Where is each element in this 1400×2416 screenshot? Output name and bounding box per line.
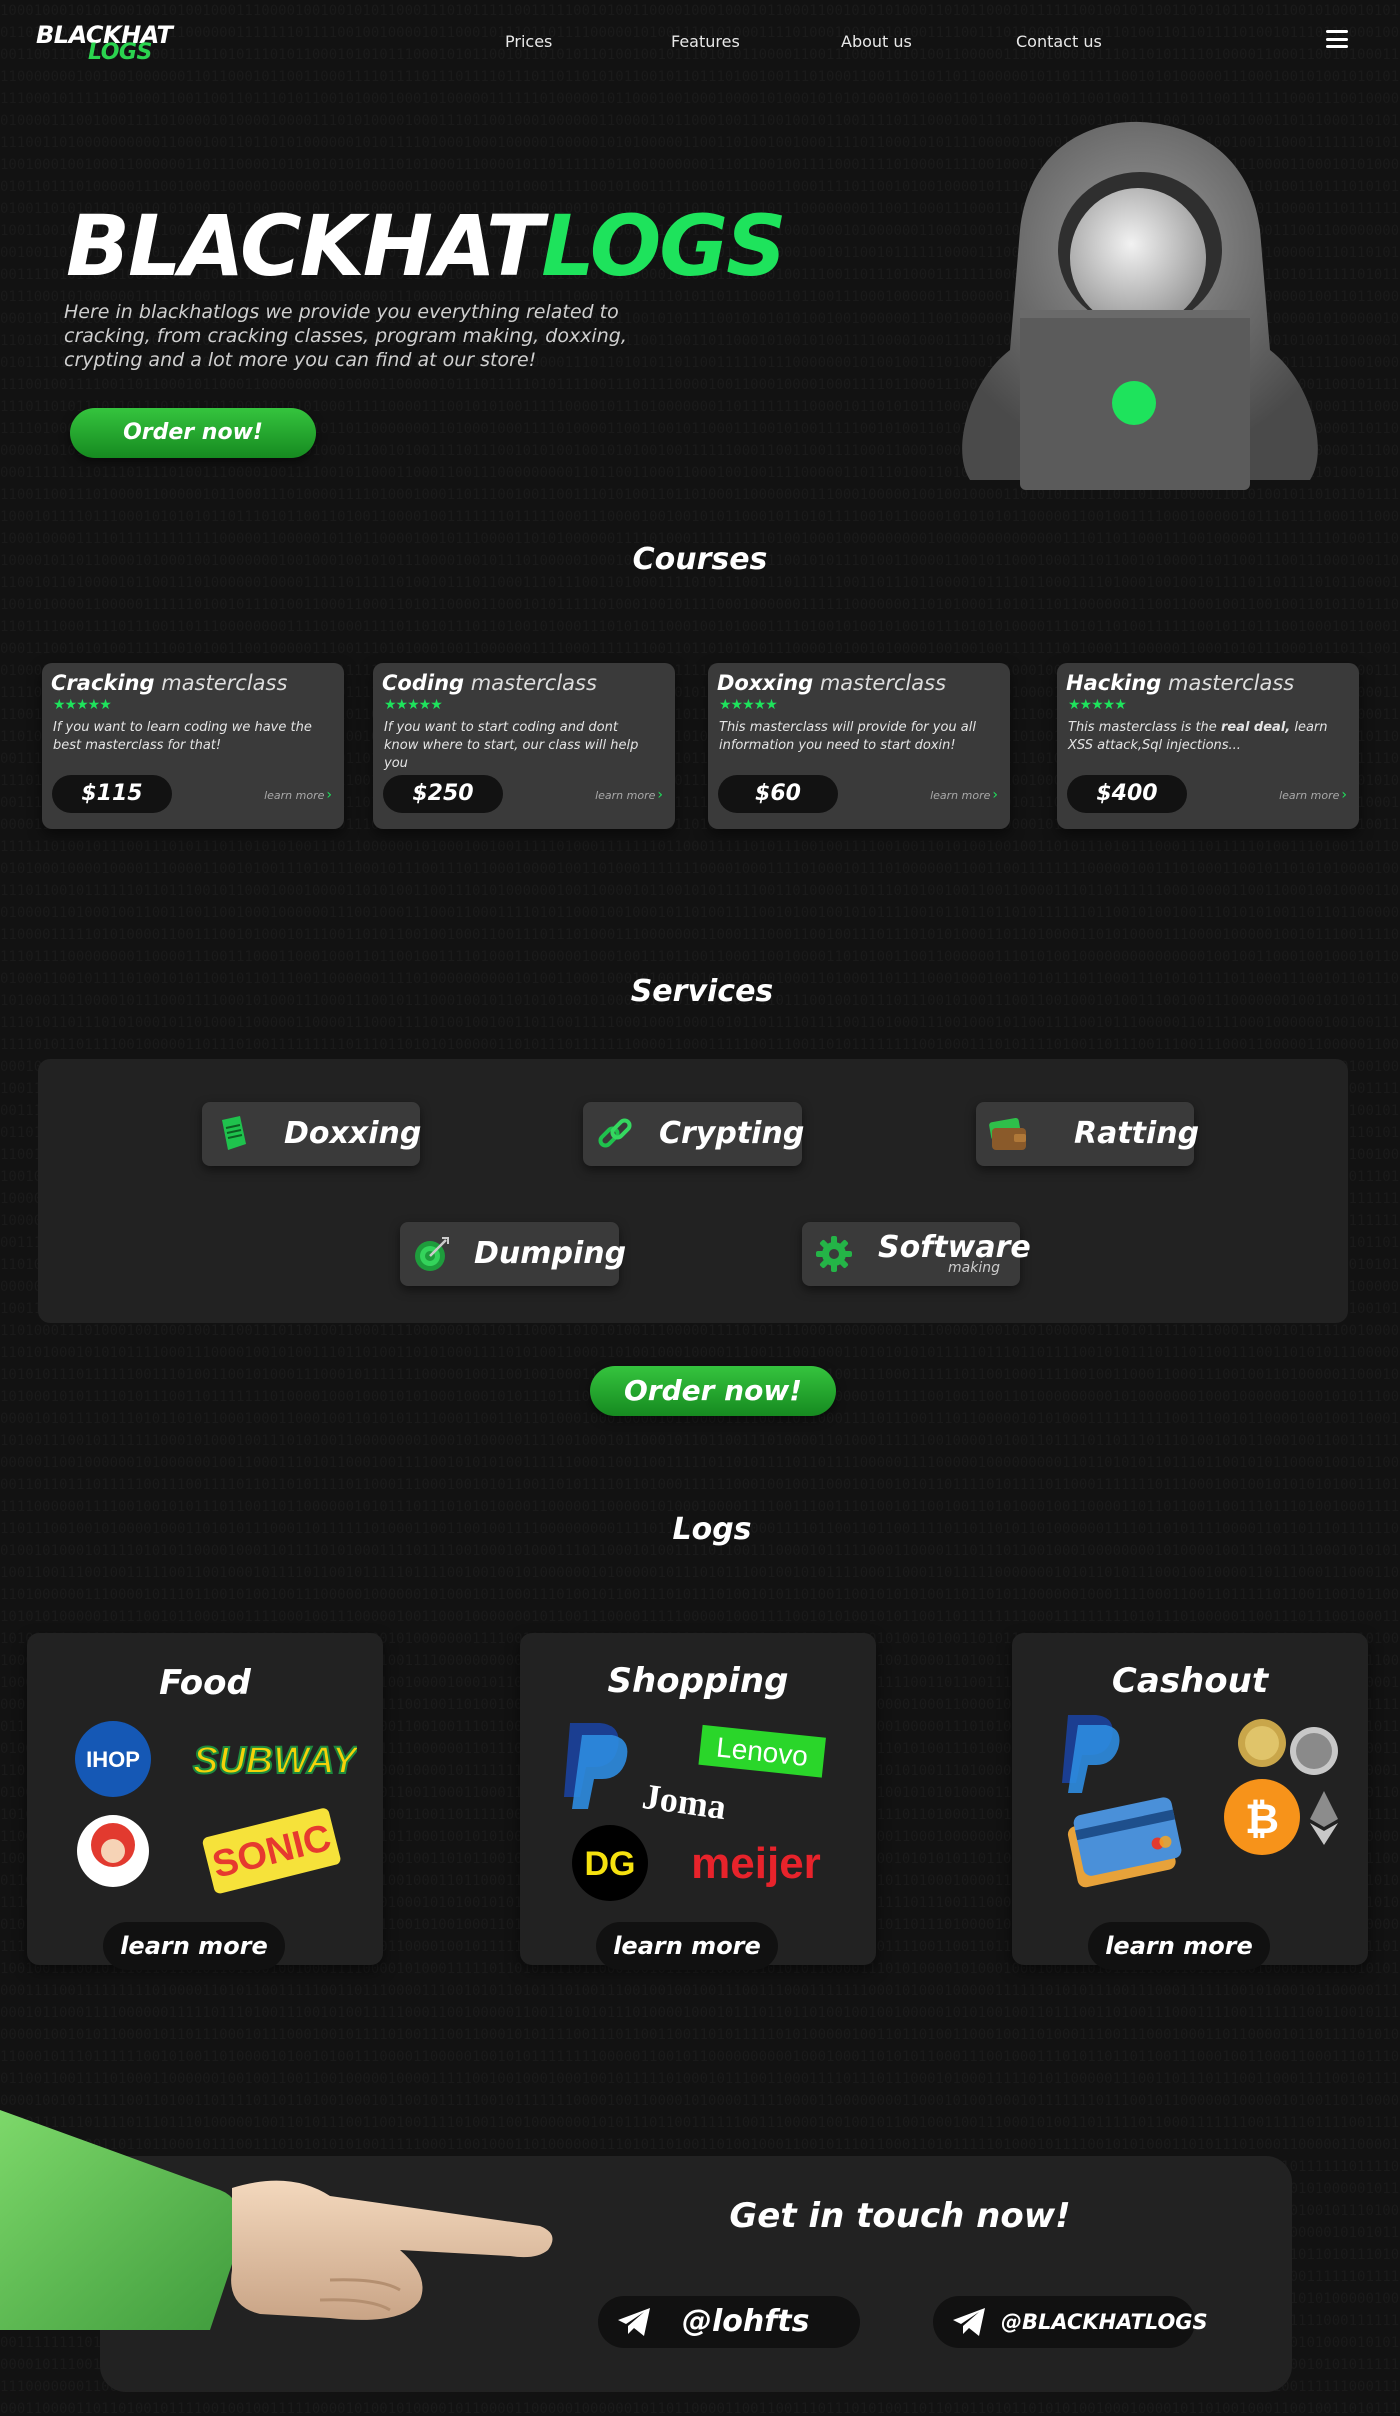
nav-prices[interactable]: Prices [505,32,552,51]
course-title: Hacking masterclass [1066,671,1294,695]
service-label: Crypting [659,1116,804,1151]
food-brand-logos: IHOP SUBWAY SONIC [67,1713,357,1903]
svg-text:DG: DG [585,1845,636,1883]
service-crypting[interactable]: Crypting [583,1102,802,1166]
service-label: Dumping [474,1236,626,1271]
telegram-handle-blackhatlogs[interactable]: @BLACKHATLOGS [933,2296,1195,2348]
course-price: $60 [718,775,838,813]
logs-title: Logs [512,1512,912,1547]
chevron-right-icon: › [992,787,998,803]
nav-features[interactable]: Features [671,32,740,51]
nav-contact-us[interactable]: Contact us [1016,32,1102,51]
course-card-doxxing[interactable]: Doxxing masterclass ★★★★★ This mastercla… [708,663,1010,829]
log-card-title: Cashout [1012,1661,1368,1701]
course-price: $400 [1067,775,1187,813]
svg-text:Joma: Joma [640,1776,729,1827]
shopping-brand-logos: Lenovo Joma DG meijer [560,1713,850,1903]
course-price: $115 [52,775,172,813]
service-software-making[interactable]: Software making [802,1222,1020,1286]
course-description: This masterclass will provide for you al… [719,719,989,755]
gear-icon [814,1234,854,1274]
hero-order-button[interactable]: Order now! [70,408,316,458]
rating-stars: ★★★★★ [1068,697,1126,713]
service-label: Ratting [1074,1116,1199,1151]
hero-title-white: BLACKHAT [66,197,541,295]
hamburger-menu-icon[interactable] [1326,30,1348,48]
svg-text:SUBWAY: SUBWAY [193,1740,357,1782]
pointing-hand-illustration [0,2100,560,2330]
learn-more-link[interactable]: learn more › [595,787,663,803]
svg-text:IHOP: IHOP [86,1747,140,1772]
learn-more-link[interactable]: learn more › [264,787,332,803]
service-doxxing[interactable]: Doxxing [202,1102,420,1166]
course-title: Doxxing masterclass [717,671,946,695]
telegram-handle: @lohfts [682,2304,810,2339]
service-sublabel: making [948,1260,1000,1276]
telegram-icon [616,2306,652,2338]
wallet-icon [988,1114,1028,1154]
log-card-shopping[interactable]: Shopping Lenovo Joma DG meijer learn mor… [520,1633,876,1965]
course-title: Cracking masterclass [51,671,287,695]
hero-description: Here in blackhatlogs we provide you ever… [64,300,684,372]
nav-about-us[interactable]: About us [841,32,912,51]
hero-title-green: LOGS [541,197,784,295]
courses-title: Courses [500,542,900,577]
learn-more-link[interactable]: learn more › [930,787,998,803]
course-description: If you want to learn coding we have the … [53,719,323,755]
document-icon [214,1114,254,1154]
log-card-cashout[interactable]: Cashout ₿ learn more [1012,1633,1368,1965]
rating-stars: ★★★★★ [719,697,777,713]
services-panel [38,1059,1348,1323]
svg-text:₿: ₿ [1245,1795,1279,1842]
log-card-title: Food [27,1663,383,1703]
course-card-hacking[interactable]: Hacking masterclass ★★★★★ This mastercla… [1057,663,1359,829]
services-order-button[interactable]: Order now! [590,1366,836,1416]
services-title: Services [502,974,902,1009]
hero-title: BLACKHATLOGS [66,198,785,294]
course-price: $250 [383,775,503,813]
chevron-right-icon: › [1341,787,1347,803]
log-card-food[interactable]: Food IHOP SUBWAY SONIC learn more [27,1633,383,1965]
course-card-cracking[interactable]: Cracking masterclass ★★★★★ If you want t… [42,663,344,829]
chevron-right-icon: › [657,787,663,803]
service-dumping[interactable]: Dumping [400,1222,619,1286]
learn-more-button[interactable]: learn more [103,1922,285,1970]
svg-text:meijer: meijer [691,1839,821,1888]
learn-more-button[interactable]: learn more [596,1922,778,1970]
chevron-right-icon: › [326,787,332,803]
telegram-handle: @BLACKHATLOGS [1001,2310,1208,2334]
telegram-handle-lohfts[interactable]: @lohfts [598,2296,860,2348]
site-logo[interactable]: BLACKHAT LOGS [36,24,172,64]
telegram-icon [951,2306,987,2338]
service-ratting[interactable]: Ratting [976,1102,1194,1166]
course-description: This masterclass is the real deal, learn… [1068,719,1338,755]
target-icon [412,1234,452,1274]
course-card-coding[interactable]: Coding masterclass ★★★★★ If you want to … [373,663,675,829]
learn-more-link[interactable]: learn more › [1279,787,1347,803]
contact-title: Get in touch now! [700,2196,1100,2236]
link-icon [595,1114,635,1154]
service-label: Doxxing [284,1116,421,1151]
course-description: If you want to start coding and dont kno… [384,719,654,773]
learn-more-button[interactable]: learn more [1088,1922,1270,1970]
rating-stars: ★★★★★ [53,697,111,713]
rating-stars: ★★★★★ [384,697,442,713]
course-title: Coding masterclass [382,671,597,695]
hooded-hacker-illustration [930,120,1340,496]
log-card-title: Shopping [520,1661,876,1701]
payment-crypto-logos: ₿ [1062,1709,1352,1909]
